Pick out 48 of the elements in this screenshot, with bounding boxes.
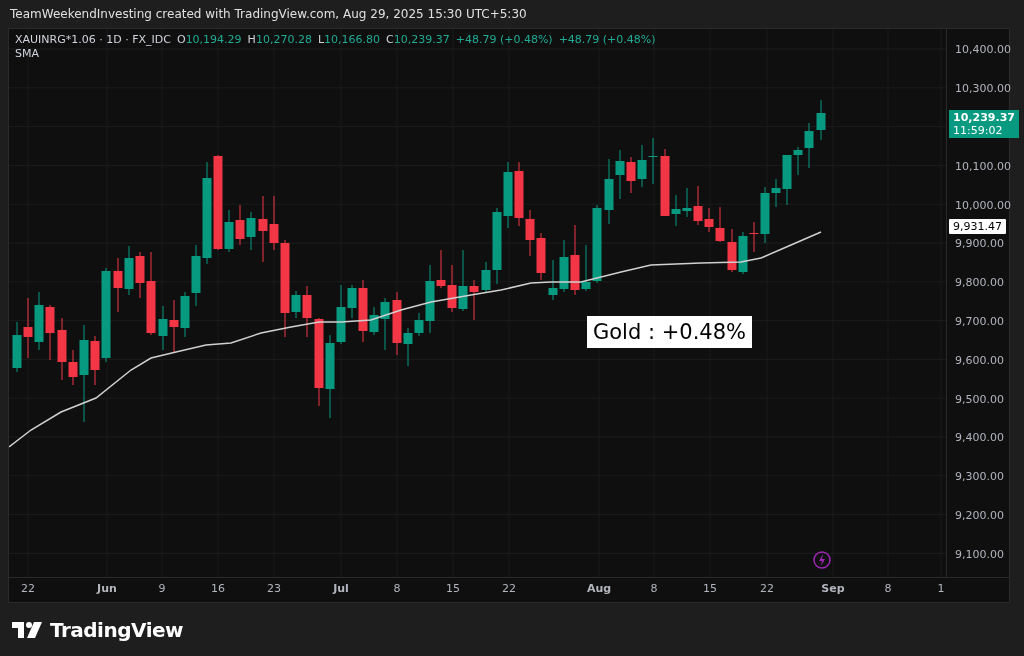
time-axis-label: 1 (937, 582, 945, 595)
time-axis-label: 22 (21, 582, 35, 595)
time-axis-label: 23 (267, 582, 281, 595)
time-axis-label: 8 (393, 582, 401, 595)
chart-credit-text: TeamWeekendInvesting created with TradingView.com, Aug 29, 2025 15:30 UTC+5:30 (10, 7, 527, 21)
ohlc-label: C (386, 33, 394, 46)
price-axis-label: 9,200.00 (955, 509, 1004, 523)
logo-icon (12, 621, 42, 638)
annotation-label: Gold : +0.48% (587, 316, 753, 348)
time-axis-label: Jun (97, 582, 117, 595)
price-axis-label: 9,600.00 (955, 353, 1004, 367)
price-axis-label: 9,500.00 (955, 392, 1004, 406)
ohlc-value: 10,194.29 (185, 33, 242, 46)
price-change: +48.79 (+0.48%) (558, 33, 656, 46)
ohlc-value: 10,166.80 (324, 33, 380, 46)
price-axis-label: 9,700.00 (955, 315, 1004, 329)
ohlc-value: 10,239.37 (393, 33, 450, 46)
price-axis-label: 10,400.00 (955, 43, 1011, 57)
sma-value-tag: 9,931.47 (949, 219, 1006, 234)
ohlc-value: 10,270.28 (255, 33, 312, 46)
price-axis-label: 9,800.00 (955, 276, 1004, 290)
ohlc-label: H (247, 33, 256, 46)
time-axis-label: 8 (650, 582, 658, 595)
time-axis-label: 8 (884, 582, 892, 595)
time-axis-label: 15 (703, 582, 717, 595)
time-axis-label: 9 (158, 582, 166, 595)
price-axis-label: 10,100.00 (955, 159, 1011, 173)
time-axis-label: 22 (502, 582, 516, 595)
ohlc-label: O (176, 33, 186, 46)
time-axis-label: Sep (821, 582, 845, 595)
ohlc-label: L (317, 33, 324, 46)
lightning-icon[interactable] (813, 551, 831, 569)
brand-name: TradingView (50, 617, 184, 642)
indicator-label: SMA (15, 47, 39, 60)
symbol-label: XAUINRG*1.06 · 1D · FX_IDC (15, 33, 171, 46)
time-axis-label: 22 (760, 582, 774, 595)
last-price-tag: 10,239.37 11:59:02 (949, 109, 1019, 138)
time-axis-label: 16 (211, 582, 225, 595)
time-axis-label: 15 (446, 582, 460, 595)
price-axis-label: 9,300.00 (955, 470, 1004, 484)
time-axis-label: Jul (333, 582, 349, 595)
price-change: +48.79 (+0.48%) (455, 33, 553, 46)
price-axis-label: 10,000.00 (955, 198, 1011, 212)
time-axis-label: Aug (586, 582, 612, 595)
price-axis-label: 9,100.00 (955, 547, 1004, 561)
price-axis-label: 10,300.00 (955, 82, 1011, 96)
price-axis-label: 9,400.00 (955, 431, 1004, 445)
price-axis-label: 9,900.00 (955, 237, 1004, 251)
